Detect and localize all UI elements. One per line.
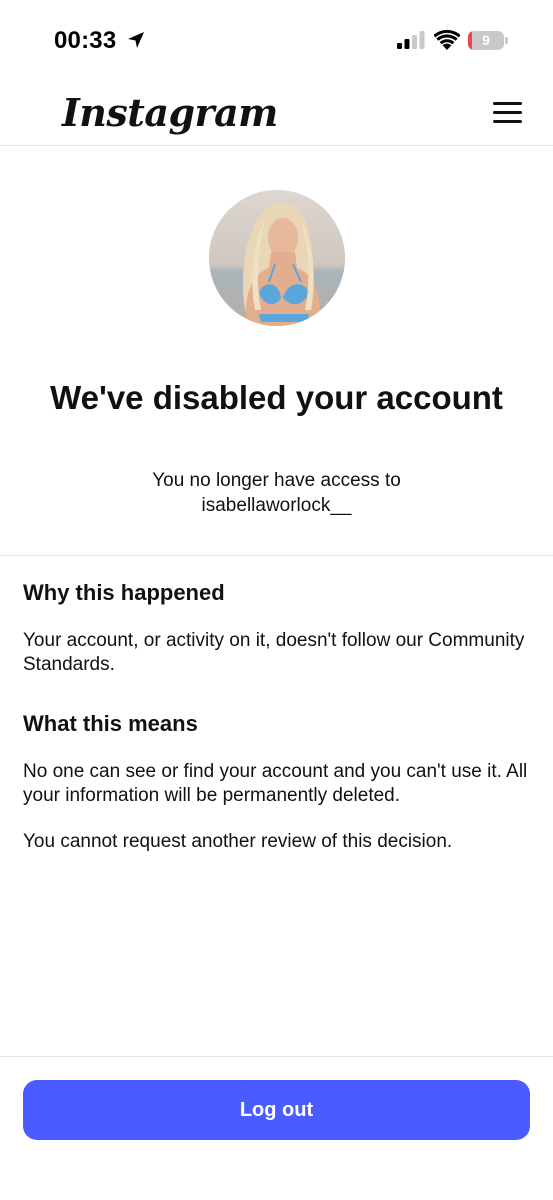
logout-button[interactable]: Log out bbox=[23, 1080, 530, 1140]
disabled-account-screen: 00:33 9 Instagram We've disabled your ac… bbox=[0, 0, 553, 1200]
battery-level: 9 bbox=[482, 32, 490, 48]
battery-cap bbox=[505, 37, 508, 44]
why-heading: Why this happened bbox=[23, 580, 225, 605]
battery-indicator: 9 bbox=[468, 31, 508, 50]
username: isabellaworlock__ bbox=[201, 495, 352, 516]
wifi-icon bbox=[434, 29, 460, 50]
avatar bbox=[209, 190, 345, 326]
profile-photo bbox=[209, 190, 345, 326]
means-text: No one can see or find your account and … bbox=[23, 761, 528, 806]
subtitle-text: You no longer have access to bbox=[152, 470, 401, 491]
app-header: Instagram bbox=[0, 84, 553, 146]
location-arrow-icon bbox=[128, 32, 144, 48]
battery-icon: 9 bbox=[468, 31, 504, 50]
instagram-logo[interactable]: Instagram bbox=[62, 90, 278, 135]
page-title: We've disabled your account bbox=[50, 379, 503, 416]
section-divider bbox=[0, 555, 553, 556]
means-heading: What this means bbox=[23, 711, 198, 736]
why-text: Your account, or activity on it, doesn't… bbox=[23, 630, 525, 675]
status-time: 00:33 bbox=[54, 27, 117, 54]
bottom-divider bbox=[0, 1056, 553, 1057]
hamburger-menu-icon[interactable] bbox=[492, 100, 524, 126]
page-subtitle: You no longer have access to isabellawor… bbox=[60, 468, 493, 518]
review-text: You cannot request another review of thi… bbox=[23, 831, 453, 852]
cellular-signal-icon bbox=[397, 31, 425, 49]
status-bar: 00:33 9 bbox=[0, 0, 553, 84]
